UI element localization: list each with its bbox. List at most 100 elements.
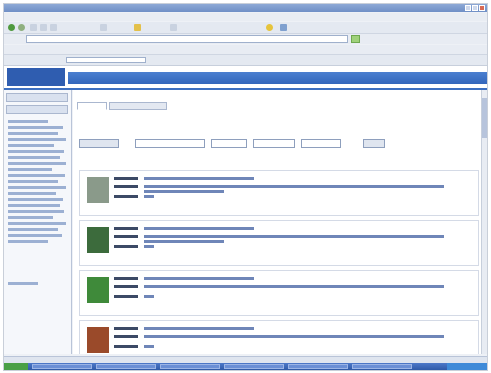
record-thumbnail[interactable] [87,277,109,303]
record-field-label [114,345,138,348]
sidebar-link[interactable] [8,120,48,123]
start-button[interactable] [4,363,28,370]
taskbar [4,363,487,370]
record-field-value [144,190,224,193]
forward-arrow-icon[interactable] [18,24,25,31]
scrollbar-thumb[interactable] [482,98,487,138]
browser-toolbar [4,22,487,34]
print-icon[interactable] [280,24,287,31]
maximize-button[interactable] [472,5,478,11]
record-field-value [144,245,154,248]
record-field-value [144,295,154,298]
filter-submit-button[interactable] [79,139,119,148]
record-field-label [114,285,138,288]
sidebar-link[interactable] [8,210,64,213]
record-field-value [144,185,444,188]
sidebar-header-1[interactable] [6,93,68,102]
sidebar-link[interactable] [8,126,63,129]
window-title-bar [4,4,487,12]
record-field-label [114,277,138,280]
record-thumbnail[interactable] [87,227,109,253]
sidebar-link[interactable] [8,156,60,159]
sidebar-bottom-link[interactable] [8,282,38,285]
sidebar-link[interactable] [8,132,58,135]
sidebar-link[interactable] [8,204,60,207]
go-arrow-icon[interactable] [351,35,360,43]
taskbar-item[interactable] [224,364,284,369]
window-controls [465,5,485,11]
record-field-value[interactable] [144,227,254,230]
filter-select-2[interactable] [211,139,247,148]
sidebar-link[interactable] [8,192,56,195]
record-field-label [114,327,138,330]
sidebar-link[interactable] [8,162,66,165]
record-field-label [114,295,138,298]
record-card[interactable] [79,270,479,316]
taskbar-item[interactable] [96,364,156,369]
filter-select-1[interactable] [135,139,205,148]
home-icon[interactable] [50,24,57,31]
refresh-icon[interactable] [40,24,47,31]
record-thumbnail[interactable] [87,327,109,353]
history-icon[interactable] [170,24,177,31]
record-field-value [144,345,154,348]
taskbar-item[interactable] [288,364,348,369]
site-logo[interactable] [7,68,65,86]
record-card[interactable] [79,320,479,354]
record-field-label [114,335,138,338]
site-nav-bar [68,72,487,84]
record-field-value [144,335,444,338]
record-field-value[interactable] [144,327,254,330]
record-thumbnail[interactable] [87,177,109,203]
sidebar-link[interactable] [8,186,66,189]
minimize-button[interactable] [465,5,471,11]
back-arrow-icon[interactable] [8,24,15,31]
scrollbar[interactable] [481,90,487,354]
sidebar-link[interactable] [8,234,62,237]
favorites-icon[interactable] [134,24,141,31]
menu-bar [4,13,487,21]
record-field-value [144,285,444,288]
main-content [73,90,487,354]
toolbar-search-input[interactable] [66,57,146,63]
system-tray [447,363,487,370]
sidebar-link[interactable] [8,144,54,147]
record-card[interactable] [79,220,479,266]
sidebar-link[interactable] [8,222,66,225]
sidebar-link[interactable] [8,150,64,153]
taskbar-item[interactable] [32,364,92,369]
record-field-value[interactable] [144,177,254,180]
sidebar-header-2[interactable] [6,105,68,114]
stop-icon[interactable] [30,24,37,31]
record-field-value [144,235,444,238]
record-field-label [114,245,138,248]
sidebar-link[interactable] [8,240,48,243]
record-card[interactable] [79,170,479,216]
sidebar-link[interactable] [8,174,65,177]
search-icon[interactable] [100,24,107,31]
address-field[interactable] [26,35,348,43]
record-field-value[interactable] [144,277,254,280]
result-tabs [77,102,167,110]
sidebar-link[interactable] [8,168,52,171]
record-field-label [114,227,138,230]
sidebar-link[interactable] [8,216,53,219]
record-field-value [144,240,224,243]
sidebar-link[interactable] [8,198,63,201]
close-button[interactable] [479,5,485,11]
search-toolbar [4,55,487,66]
sidebar-link[interactable] [8,228,58,231]
filter-go-button[interactable] [363,139,385,148]
tab-details[interactable] [109,102,167,110]
taskbar-item[interactable] [160,364,220,369]
tab-list[interactable] [77,102,107,110]
record-field-label [114,195,138,198]
sidebar-link[interactable] [8,180,58,183]
links-bar [4,45,487,55]
taskbar-item[interactable] [352,364,412,369]
filter-select-4[interactable] [301,139,341,148]
sidebar-link[interactable] [8,138,66,141]
record-field-value [144,195,154,198]
filter-select-3[interactable] [253,139,295,148]
mail-icon[interactable] [266,24,273,31]
